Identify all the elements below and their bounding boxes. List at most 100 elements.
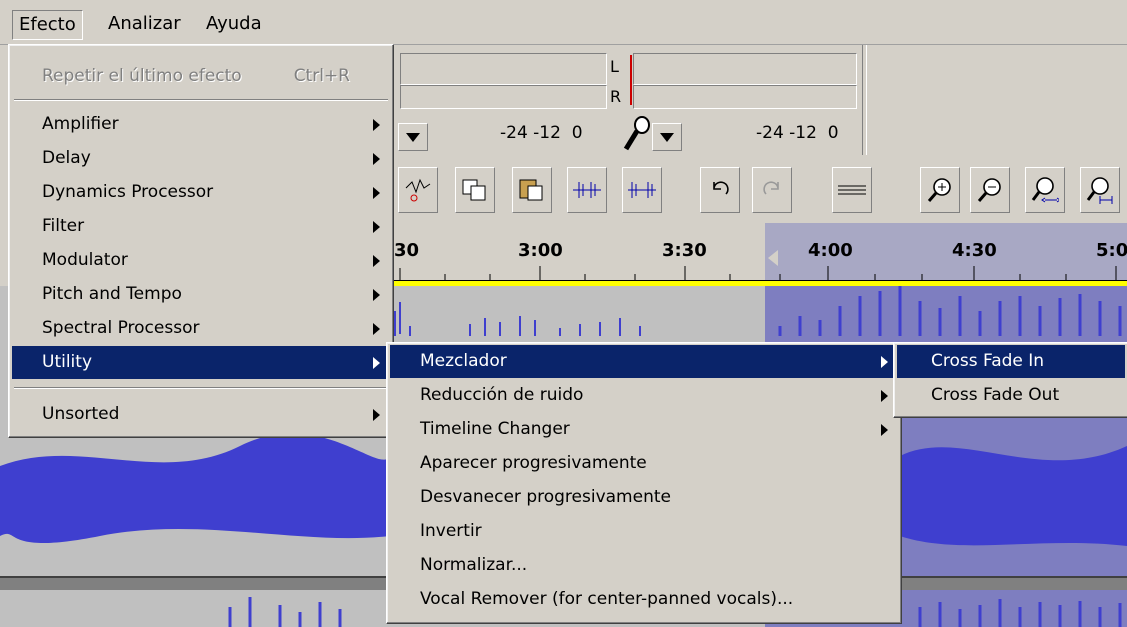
meter-toolbar: L R -24 -12 0 -24 -12 0 <box>390 45 1127 155</box>
submenu-arrow-icon <box>373 409 380 421</box>
zoom-in-icon <box>927 178 951 202</box>
submenu-arrow-icon <box>881 390 888 402</box>
silence-button[interactable] <box>455 167 495 213</box>
zoom-in-button[interactable] <box>920 167 960 213</box>
menu-item-label: Reducción de ruido <box>420 385 584 405</box>
submenu-arrow-icon <box>881 356 888 368</box>
chevron-down-icon <box>406 133 420 142</box>
silence-icon <box>462 179 486 201</box>
menu-item-label: Vocal Remover (for center-panned vocals)… <box>420 589 794 609</box>
submenu-arrow-icon <box>373 323 380 335</box>
menu-item-cross-fade-in[interactable]: Cross Fade In <box>897 345 1125 378</box>
menu-item-label: Amplifier <box>42 114 119 134</box>
redo-icon <box>763 181 779 195</box>
effect-menu: Repetir el último efecto Ctrl+R Amplifie… <box>8 44 394 438</box>
input-meter-right <box>633 85 857 109</box>
menu-item-label: Cross Fade Out <box>931 385 1060 405</box>
menu-item-desvanecer-progresivamente[interactable]: Desvanecer progresivamente <box>390 481 898 514</box>
menu-item-label: Desvanecer progresivamente <box>420 487 671 507</box>
menu-item-normalizar[interactable]: Normalizar... <box>390 549 898 582</box>
undo-icon <box>713 181 729 195</box>
menu-item-label: Aparecer progresivamente <box>420 453 647 473</box>
menu-item-label: Pitch and Tempo <box>42 284 182 304</box>
zoom-out-button[interactable] <box>970 167 1010 213</box>
join-icon <box>628 182 656 198</box>
repeat-shortcut: Ctrl+R <box>293 66 350 86</box>
menu-item-pitch-and-tempo[interactable]: Pitch and Tempo <box>12 278 390 311</box>
menu-item-amplifier[interactable]: Amplifier <box>12 108 390 141</box>
menu-item-unsorted[interactable]: Unsorted <box>12 398 390 431</box>
sync-lock-button[interactable] <box>832 167 872 213</box>
menu-item-label: Mezclador <box>420 351 507 371</box>
menu-item-utility[interactable]: Utility <box>12 346 390 379</box>
mezclador-submenu: Cross Fade In Cross Fade Out <box>893 342 1127 418</box>
repeat-last-effect-item: Repetir el último efecto Ctrl+R <box>12 60 390 93</box>
menu-item-label: Invertir <box>420 521 482 541</box>
fit-selection-button[interactable] <box>1025 167 1065 213</box>
menu-item-filter[interactable]: Filter <box>12 210 390 243</box>
join-button[interactable] <box>622 167 662 213</box>
ruler-ticks-icon <box>399 266 1117 280</box>
submenu-arrow-icon <box>373 221 380 233</box>
submenu-arrow-icon <box>373 289 380 301</box>
menu-item-label: Dynamics Processor <box>42 182 214 202</box>
menu-item-delay[interactable]: Delay <box>12 142 390 175</box>
paste-button[interactable] <box>512 167 552 213</box>
menu-ayuda[interactable]: Ayuda <box>200 10 268 38</box>
trim-button[interactable] <box>398 167 438 213</box>
fit-selection-icon <box>1031 177 1059 203</box>
menu-item-label: Unsorted <box>42 404 120 424</box>
output-meter-right-empty <box>400 85 607 109</box>
menu-item-label: Spectral Processor <box>42 318 200 338</box>
meter-left-label: L <box>610 57 619 76</box>
menu-item-label: Normalizar... <box>420 555 528 575</box>
menu-item-label: Modulator <box>42 250 128 270</box>
paste-icon <box>519 179 543 201</box>
split-icon <box>573 182 601 198</box>
menu-item-timeline-changer[interactable]: Timeline Changer <box>390 413 898 446</box>
microphone-icon <box>618 115 654 160</box>
menu-item-label: Utility <box>42 352 93 372</box>
menu-separator <box>14 387 388 389</box>
trim-icon <box>405 178 431 202</box>
input-meter-dropdown[interactable] <box>652 123 682 151</box>
output-meter-scale: -24 -12 0 <box>500 123 583 143</box>
zoom-out-icon <box>977 178 1001 202</box>
submenu-arrow-icon <box>373 255 380 267</box>
redo-button[interactable] <box>752 167 792 213</box>
submenu-arrow-icon <box>373 187 380 199</box>
menu-item-cross-fade-out[interactable]: Cross Fade Out <box>897 379 1125 412</box>
menu-item-aparecer-progresivamente[interactable]: Aparecer progresivamente <box>390 447 898 480</box>
menu-separator <box>14 99 388 101</box>
split-button[interactable] <box>567 167 607 213</box>
utility-submenu: Mezclador Reducción de ruido Timeline Ch… <box>386 342 902 624</box>
menu-item-label: Delay <box>42 148 91 168</box>
menu-item-modulator[interactable]: Modulator <box>12 244 390 277</box>
input-meter-left <box>633 53 857 85</box>
output-meter-dropdown[interactable] <box>398 123 428 151</box>
menu-item-spectral-processor[interactable]: Spectral Processor <box>12 312 390 345</box>
menu-item-dynamics-processor[interactable]: Dynamics Processor <box>12 176 390 209</box>
toolbar-divider <box>862 45 867 155</box>
submenu-arrow-icon <box>373 153 380 165</box>
undo-button[interactable] <box>700 167 740 213</box>
submenu-arrow-icon <box>373 119 380 131</box>
menu-item-label: Cross Fade In <box>931 351 1045 371</box>
menu-efecto[interactable]: Efecto <box>12 10 83 40</box>
input-meter-scale: -24 -12 0 <box>756 123 839 143</box>
output-meter-left-empty <box>400 53 607 85</box>
fit-project-icon <box>1086 177 1113 204</box>
menu-item-label: Timeline Changer <box>420 419 570 439</box>
chevron-down-icon <box>660 133 674 142</box>
repeat-last-effect-label: Repetir el último efecto <box>42 66 242 86</box>
menu-item-invertir[interactable]: Invertir <box>390 515 898 548</box>
menu-item-mezclador[interactable]: Mezclador <box>390 345 898 378</box>
menubar: Efecto Analizar Ayuda <box>0 0 1127 45</box>
submenu-arrow-icon <box>373 357 380 369</box>
fit-project-button[interactable] <box>1080 167 1120 213</box>
menu-analizar[interactable]: Analizar <box>102 10 187 38</box>
submenu-arrow-icon <box>881 424 888 436</box>
menu-item-reduccion-de-ruido[interactable]: Reducción de ruido <box>390 379 898 412</box>
link-tracks-icon <box>838 185 866 195</box>
menu-item-vocal-remover[interactable]: Vocal Remover (for center-panned vocals)… <box>390 583 898 616</box>
